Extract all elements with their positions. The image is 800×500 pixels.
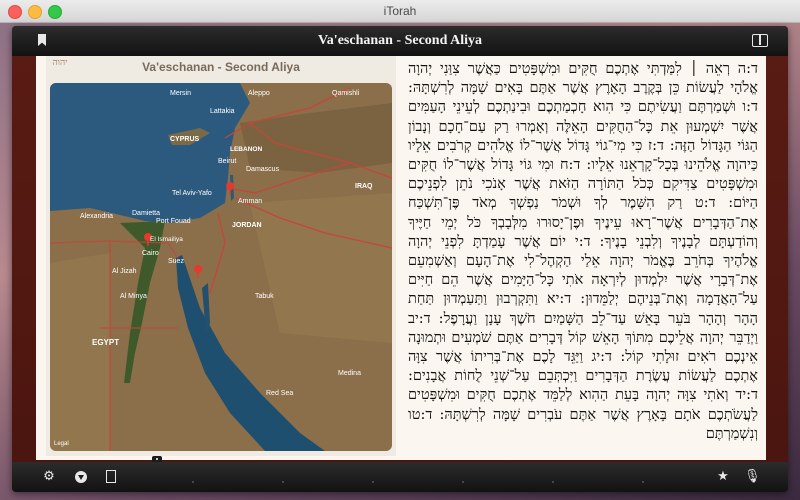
map-label-port-fouad: Port Fouad	[156, 218, 191, 225]
map-label-giza: Al Jizah	[112, 268, 137, 275]
book-icon[interactable]	[752, 34, 768, 47]
map-label-tabuk: Tabuk	[255, 293, 274, 300]
mic-icon[interactable]: 🎙	[744, 470, 761, 484]
map-label-jordan: JORDAN	[232, 222, 262, 229]
map-label-beirut: Beirut	[218, 158, 236, 165]
gear-icon[interactable]: ⚙	[42, 470, 56, 484]
page-tick	[192, 481, 194, 483]
app-frame: Va'eschanan - Second Aliya יהוה Va'escha…	[12, 26, 788, 492]
map-view[interactable]: CYPRUS Lattakia LEBANON Beirut Damascus …	[50, 83, 392, 451]
notes-icon[interactable]	[104, 470, 118, 484]
page-tick	[372, 481, 374, 483]
window-title: iTorah	[383, 4, 417, 18]
map-label-qamishli: Qamishli	[332, 90, 360, 97]
map-label-mersin: Mersin	[170, 90, 191, 97]
map-panel-header: יהוה Va'eschanan - Second Aliya	[46, 56, 396, 80]
torah-text[interactable]: ד:ה רְאֵה ׀ לִמַּדְתִּי אֶתְכֶם חֻקִּים …	[408, 60, 758, 444]
page-tick	[552, 481, 554, 483]
map-label-cairo: Cairo	[142, 250, 159, 257]
map-label-ismailia: El Ismailiya	[150, 236, 183, 243]
map-label-amman: Amman	[238, 198, 262, 205]
satellite-map[interactable]: CYPRUS Lattakia LEBANON Beirut Damascus …	[50, 83, 392, 451]
page-tick	[462, 481, 464, 483]
toolbar-title: Va'eschanan - Second Aliya	[317, 33, 482, 48]
map-label-lattakia: Lattakia	[210, 108, 235, 115]
reading-page: יהוה Va'eschanan - Second Aliya CYPRUS L…	[36, 56, 766, 460]
map-legal-link[interactable]: Legal	[54, 441, 69, 447]
torah-text-panel[interactable]: ד:ה רְאֵה ׀ לִמַּדְתִּי אֶתְכֶם חֻקִּים …	[408, 60, 758, 460]
map-label-iraq: IRAQ	[355, 183, 373, 190]
mediterranean-sea	[50, 83, 250, 223]
page-tick	[642, 481, 644, 483]
map-label-damietta: Damietta	[132, 210, 160, 217]
star-icon[interactable]: ★	[716, 470, 730, 484]
top-toolbar: Va'eschanan - Second Aliya	[12, 26, 788, 56]
map-label-cyprus: CYPRUS	[170, 136, 200, 143]
window-titlebar: iTorah	[0, 0, 800, 23]
download-icon[interactable]	[74, 470, 88, 484]
map-label-aleppo: Aleppo	[248, 90, 270, 97]
bottom-toolbar: ⚙ ★ 🎙	[12, 462, 788, 492]
map-label-red-sea: Red Sea	[266, 390, 293, 397]
map-label-tel-aviv: Tel Aviv-Yafo	[172, 190, 212, 197]
map-label-suez: Suez	[168, 258, 184, 265]
map-label-egypt: EGYPT	[92, 338, 119, 347]
map-panel-title: Va'eschanan - Second Aliya	[142, 60, 300, 74]
map-label-damascus: Damascus	[246, 166, 280, 173]
page-tick	[282, 481, 284, 483]
map-panel: יהוה Va'eschanan - Second Aliya CYPRUS L…	[46, 56, 396, 456]
western-desert	[50, 253, 110, 451]
map-label-medina: Medina	[338, 370, 361, 377]
map-label-alexandria: Alexandria	[80, 213, 113, 220]
map-label-lebanon: LEBANON	[230, 146, 262, 153]
map-label-al-minya: Al Minya	[120, 293, 147, 300]
